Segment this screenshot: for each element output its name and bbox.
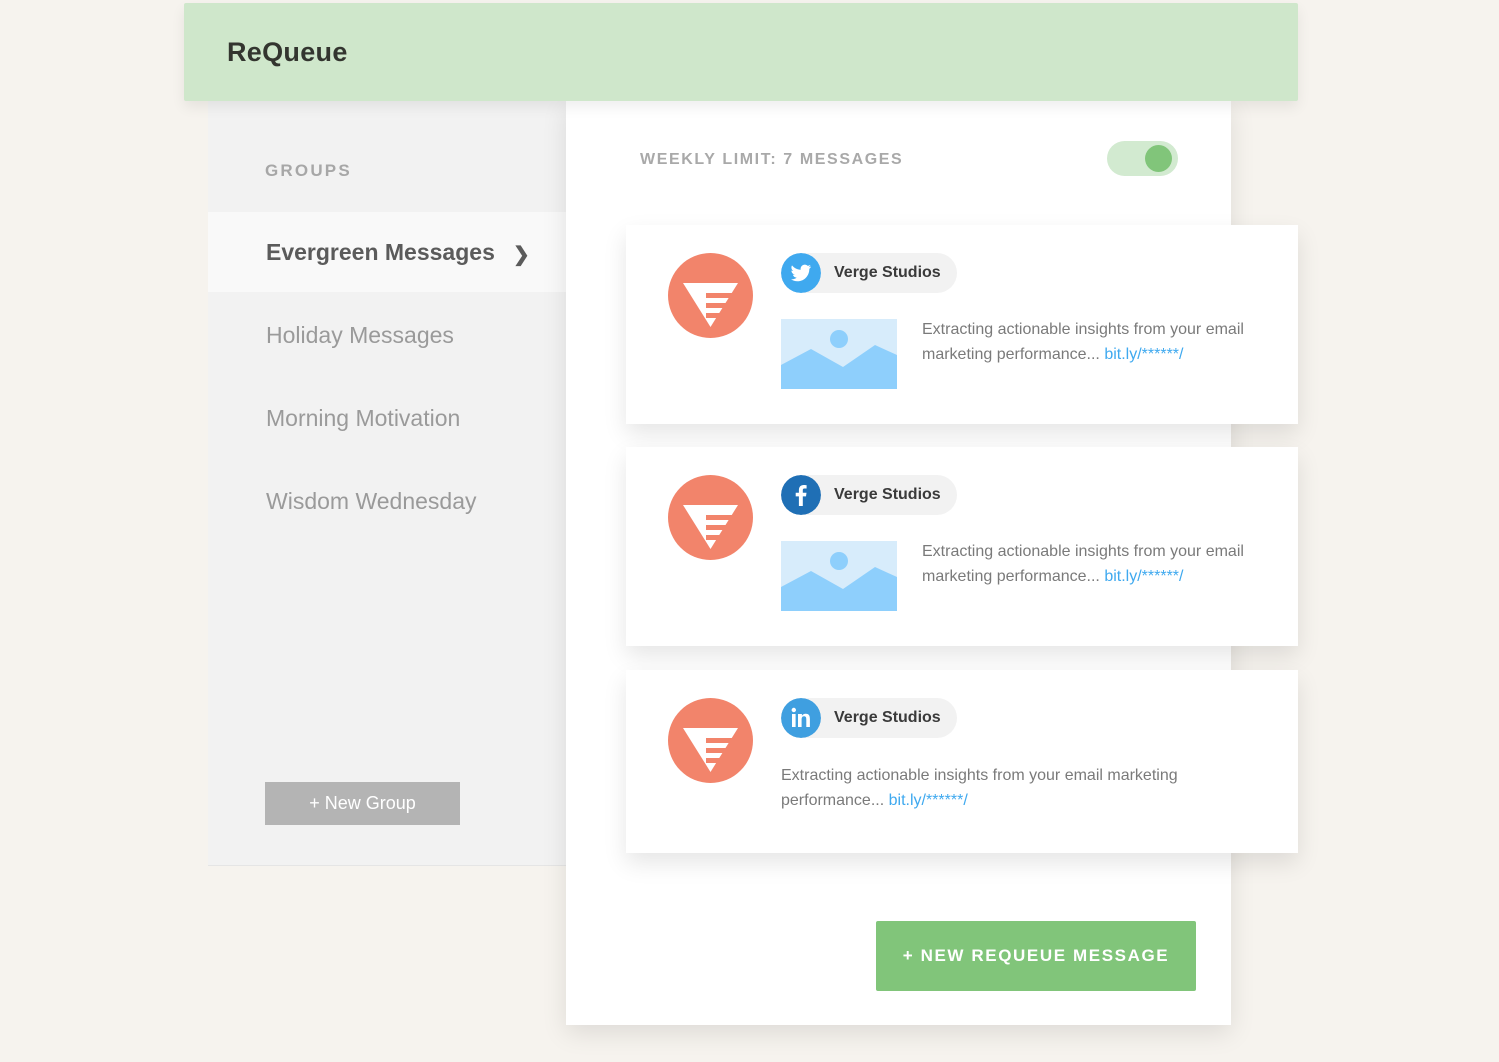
- account-name: Verge Studios: [834, 486, 941, 503]
- message-card[interactable]: Verge Studios Extracting actionable insi…: [626, 225, 1298, 424]
- group-item-label: Holiday Messages: [266, 322, 454, 348]
- account-name: Verge Studios: [834, 264, 941, 281]
- group-item-morning-motivation[interactable]: Morning Motivation: [208, 378, 566, 458]
- image-placeholder-icon: [781, 319, 897, 389]
- message-text: Extracting actionable insights from your…: [922, 543, 1244, 585]
- brand-logo-icon: [668, 475, 753, 560]
- chevron-right-icon: ❯: [513, 244, 530, 266]
- group-item-label: Wisdom Wednesday: [266, 488, 477, 514]
- account-pill: Verge Studios: [781, 698, 957, 738]
- account-pill: Verge Studios: [781, 253, 957, 293]
- brand-logo-icon: [668, 698, 753, 783]
- message-text-block: Extracting actionable insights from your…: [781, 763, 1221, 813]
- message-text-block: Extracting actionable insights from your…: [922, 317, 1272, 367]
- group-item-wisdom-wednesday[interactable]: Wisdom Wednesday: [208, 461, 566, 541]
- group-item-evergreen-messages[interactable]: Evergreen Messages ❯: [208, 212, 566, 292]
- weekly-limit-toggle[interactable]: [1107, 141, 1178, 176]
- message-link[interactable]: bit.ly/******/: [1104, 346, 1183, 363]
- image-placeholder-icon: [781, 541, 897, 611]
- account-name: Verge Studios: [834, 709, 941, 726]
- groups-heading: GROUPS: [265, 161, 352, 180]
- weekly-limit-label: WEEKLY LIMIT: 7 MESSAGES: [640, 151, 904, 168]
- message-text: Extracting actionable insights from your…: [781, 767, 1178, 809]
- message-text: Extracting actionable insights from your…: [922, 321, 1244, 363]
- message-link[interactable]: bit.ly/******/: [889, 792, 968, 809]
- message-card[interactable]: Verge Studios Extracting actionable insi…: [626, 447, 1298, 646]
- message-text-block: Extracting actionable insights from your…: [922, 539, 1272, 589]
- toggle-knob: [1145, 145, 1172, 172]
- group-item-label: Morning Motivation: [266, 405, 461, 431]
- new-group-button[interactable]: + New Group: [265, 782, 460, 825]
- app-title: ReQueue: [227, 37, 348, 67]
- new-requeue-message-button[interactable]: + NEW REQUEUE MESSAGE: [876, 921, 1196, 991]
- group-item-holiday-messages[interactable]: Holiday Messages: [208, 295, 566, 375]
- brand-logo-icon: [668, 253, 753, 338]
- message-link[interactable]: bit.ly/******/: [1104, 568, 1183, 585]
- app-header: ReQueue: [184, 3, 1298, 101]
- account-pill: Verge Studios: [781, 475, 957, 515]
- message-card[interactable]: Verge Studios Extracting actionable insi…: [626, 670, 1298, 853]
- group-item-label: Evergreen Messages: [266, 239, 495, 265]
- groups-sidebar: GROUPS Evergreen Messages ❯ Holiday Mess…: [208, 101, 566, 866]
- twitter-icon: [781, 253, 821, 293]
- facebook-icon: [781, 475, 821, 515]
- linkedin-icon: [781, 698, 821, 738]
